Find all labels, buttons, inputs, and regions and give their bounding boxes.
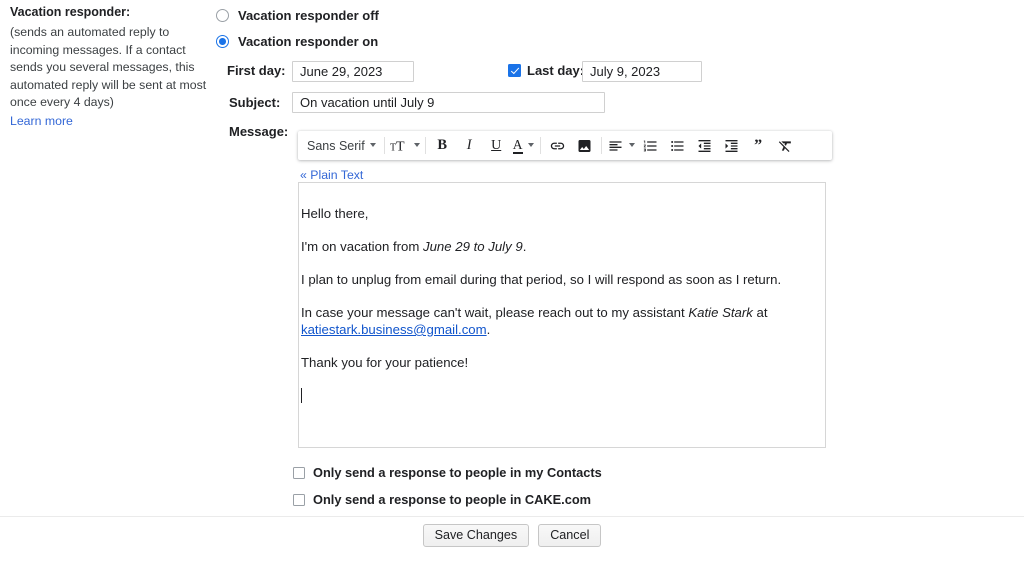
chevron-down-icon xyxy=(413,142,420,147)
subject-label: Subject: xyxy=(229,95,281,110)
font-family-value: Sans Serif xyxy=(307,138,365,153)
message-paragraph-assistant: In case your message can't wait, please … xyxy=(301,304,811,338)
last-day-label: Last day: xyxy=(527,63,585,78)
italic-icon[interactable]: I xyxy=(456,134,483,157)
svg-text:T: T xyxy=(396,139,405,154)
assistant-email-link[interactable]: katiestark.business@gmail.com xyxy=(301,322,487,337)
assistant-prefix: In case your message can't wait, please … xyxy=(301,305,689,320)
cancel-button[interactable]: Cancel xyxy=(538,524,602,547)
dates-italic: June 29 to July 9 xyxy=(422,239,523,254)
dates-suffix: . xyxy=(522,239,527,254)
remove-formatting-icon[interactable] xyxy=(772,134,799,157)
section-description: (sends an automated reply to incoming me… xyxy=(10,25,207,110)
save-changes-button[interactable]: Save Changes xyxy=(422,524,530,547)
plain-text-link[interactable]: « Plain Text xyxy=(300,168,363,182)
numbered-list-icon[interactable] xyxy=(637,134,664,157)
toolbar-divider xyxy=(600,137,602,154)
assistant-name: Katie Stark xyxy=(688,305,753,320)
bulleted-list-icon[interactable] xyxy=(664,134,691,157)
radio-responder-off[interactable] xyxy=(216,9,229,22)
message-paragraph-thanks: Thank you for your patience! xyxy=(301,355,469,370)
last-day-input[interactable] xyxy=(582,61,702,82)
radio-label-responder-off[interactable]: Vacation responder off xyxy=(238,8,379,23)
message-paragraph-dates: I'm on vacation from June 29 to July 9. xyxy=(301,238,811,255)
chevron-down-icon xyxy=(369,142,376,147)
insert-image-icon[interactable] xyxy=(571,134,598,157)
bold-icon[interactable]: B xyxy=(429,134,456,157)
align-icon[interactable] xyxy=(605,134,637,157)
footer-divider xyxy=(0,516,1024,517)
toolbar-divider xyxy=(383,137,385,154)
contacts-only-checkbox[interactable] xyxy=(293,466,305,479)
toolbar-divider xyxy=(539,137,541,154)
dates-prefix: I'm on vacation from xyxy=(301,239,423,254)
message-caret-line xyxy=(301,387,811,404)
text-cursor xyxy=(301,388,302,403)
vacation-responder-settings-page: Vacation responder: (sends an automated … xyxy=(0,0,1024,566)
indent-more-icon[interactable] xyxy=(718,134,745,157)
section-title: Vacation responder: xyxy=(10,5,131,19)
indent-less-icon[interactable] xyxy=(691,134,718,157)
domain-only-label[interactable]: Only send a response to people in CAKE.c… xyxy=(313,492,591,507)
text-color-icon[interactable]: A xyxy=(510,134,537,157)
option-row-domain[interactable]: Only send a response to people in CAKE.c… xyxy=(293,492,591,507)
quote-icon[interactable]: ” xyxy=(745,134,772,157)
radio-row-responder-on[interactable]: Vacation responder on xyxy=(216,34,378,49)
footer-actions: Save Changes Cancel xyxy=(0,524,1024,547)
message-paragraph-greeting: Hello there, xyxy=(301,206,369,221)
radio-responder-on[interactable] xyxy=(216,35,229,48)
option-row-contacts[interactable]: Only send a response to people in my Con… xyxy=(293,465,602,480)
editor-toolbar: Sans Serif T T B I U A ” xyxy=(298,131,832,160)
domain-only-checkbox[interactable] xyxy=(293,493,305,506)
radio-row-responder-off[interactable]: Vacation responder off xyxy=(216,8,379,23)
last-day-checkbox[interactable] xyxy=(508,64,521,77)
insert-link-icon[interactable] xyxy=(544,134,571,157)
message-body-editor[interactable]: Hello there, I'm on vacation from June 2… xyxy=(298,182,826,448)
font-family-selector[interactable]: Sans Serif xyxy=(301,134,381,157)
contacts-only-label[interactable]: Only send a response to people in my Con… xyxy=(313,465,602,480)
radio-label-responder-on[interactable]: Vacation responder on xyxy=(238,34,378,49)
vacation-responder-description: Vacation responder: (sends an automated … xyxy=(10,4,215,130)
chevron-down-icon xyxy=(628,142,635,147)
text-size-icon[interactable]: T T xyxy=(388,134,422,157)
assistant-suffix: . xyxy=(486,322,491,337)
subject-input[interactable] xyxy=(292,92,605,113)
underline-icon[interactable]: U xyxy=(483,134,510,157)
message-paragraph-unplug: I plan to unplug from email during that … xyxy=(301,272,782,287)
first-day-input[interactable] xyxy=(292,61,414,82)
assistant-mid: at xyxy=(752,305,768,320)
learn-more-link[interactable]: Learn more xyxy=(10,114,73,128)
first-day-label: First day: xyxy=(227,63,286,78)
message-label: Message: xyxy=(229,124,289,139)
chevron-down-icon xyxy=(527,142,534,147)
toolbar-divider xyxy=(424,137,426,154)
